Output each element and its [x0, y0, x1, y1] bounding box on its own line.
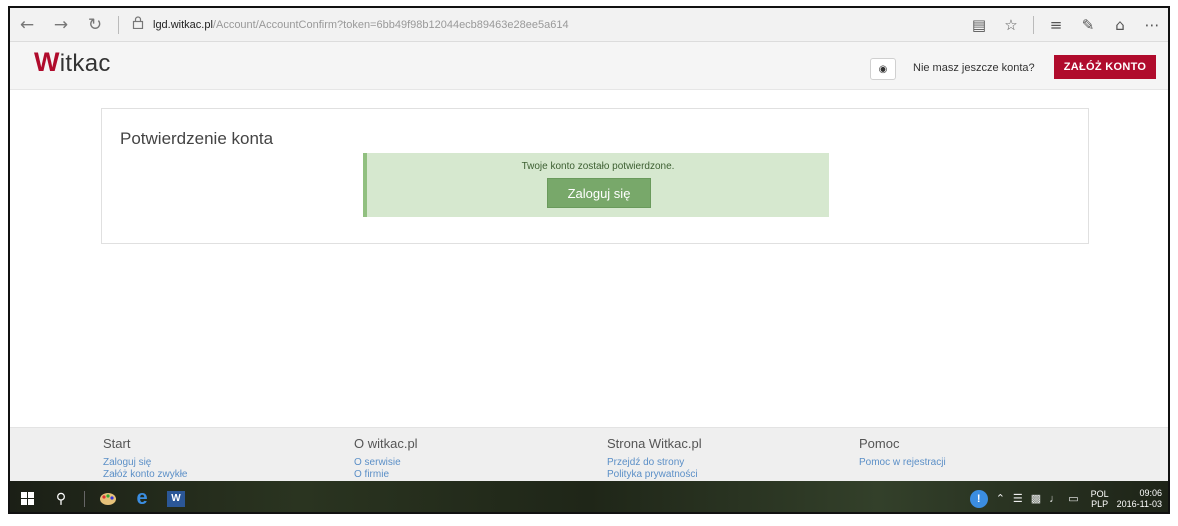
footer-link-go-to-site[interactable]: Przejdź do strony — [607, 457, 702, 469]
footer-link-login[interactable]: Zaloguj się — [103, 457, 187, 469]
taskbar-divider — [84, 490, 85, 507]
browser-window: ← → ↻ lgd.witkac.pl/Account/AccountConfi… — [8, 6, 1170, 514]
login-button[interactable]: Zaloguj się — [547, 178, 651, 208]
clock[interactable]: 09:06 2016-11-03 — [1117, 488, 1162, 510]
hub-icon[interactable]: ≡ — [1040, 8, 1072, 42]
reading-view-icon[interactable]: ▤ — [963, 8, 995, 42]
site-footer: Start Zaloguj się Załóż konto zwykłe O w… — [10, 427, 1168, 481]
lang-bottom: PLP — [1091, 498, 1109, 509]
signup-button[interactable]: ZAŁÓŻ KONTO — [1054, 55, 1156, 79]
footer-link-signup[interactable]: Załóż konto zwykłe — [103, 469, 187, 481]
windows-taskbar: ⚲ e W ! ⌃ ☰ ▩ ♩ ▭ POL PLP 09:06 2016-11-… — [10, 481, 1168, 512]
share-icon[interactable]: ⌂ — [1104, 8, 1136, 42]
favorite-star-icon[interactable]: ☆ — [995, 8, 1027, 42]
lang-top: POL — [1090, 488, 1109, 499]
footer-column-about: O witkac.pl O serwisie O firmie — [354, 436, 418, 481]
battery-icon[interactable]: ▩ — [1031, 492, 1041, 505]
show-hidden-icons-icon[interactable]: ⌃ — [996, 492, 1005, 505]
edge-browser-icon[interactable]: e — [125, 481, 159, 512]
no-account-text: Nie masz jeszcze konta? — [913, 62, 1035, 74]
footer-column-title: Pomoc — [859, 436, 900, 451]
footer-link-privacy[interactable]: Polityka prywatności — [607, 469, 702, 481]
input-language-indicator[interactable]: POL PLP — [1091, 489, 1109, 509]
volume-icon[interactable]: ♩ — [1049, 493, 1060, 505]
alert-message: Twoje konto zostało potwierdzone. — [521, 161, 675, 172]
toolbar-divider — [118, 15, 119, 34]
paint-app-icon[interactable] — [91, 481, 125, 512]
account-confirm-card: Potwierdzenie konta Twoje konto zostało … — [101, 108, 1089, 244]
page-title: Potwierdzenie konta — [120, 129, 274, 148]
footer-link-registration-help[interactable]: Pomoc w rejestracji — [859, 457, 946, 469]
word-app-icon[interactable]: W — [159, 481, 193, 512]
address-bar[interactable]: lgd.witkac.pl/Account/AccountConfirm?tok… — [153, 19, 569, 31]
browser-toolbar-right: ▤ ☆ ≡ ✎ ⌂ ⋯ — [963, 8, 1168, 42]
web-note-icon[interactable]: ✎ — [1072, 8, 1104, 42]
site-header: Witkac ◉ Nie masz jeszcze konta? ZAŁÓŻ K… — [10, 42, 1168, 90]
forward-arrow-icon[interactable]: → — [44, 8, 78, 42]
eye-icon[interactable]: ◉ — [870, 58, 896, 80]
windows-start-icon[interactable] — [10, 481, 44, 512]
lock-icon — [127, 16, 149, 33]
more-icon[interactable]: ⋯ — [1136, 8, 1168, 42]
browser-toolbar: ← → ↻ lgd.witkac.pl/Account/AccountConfi… — [10, 8, 1168, 42]
url-path: /Account/AccountConfirm?token=6bb49f98b1… — [212, 18, 569, 31]
toolbar-divider — [1033, 16, 1034, 34]
witkac-logo[interactable]: Witkac — [34, 47, 111, 78]
search-icon[interactable]: ⚲ — [44, 481, 78, 512]
footer-column-title: O witkac.pl — [354, 436, 418, 451]
footer-column-title: Start — [103, 436, 131, 451]
success-alert: Twoje konto zostało potwierdzone. Zalogu… — [363, 153, 829, 217]
footer-link-about-company[interactable]: O firmie — [354, 469, 418, 481]
footer-column-start: Start Zaloguj się Załóż konto zwykłe — [103, 436, 187, 481]
clock-time: 09:06 — [1139, 487, 1162, 498]
footer-column-website: Strona Witkac.pl Przejdź do strony Polit… — [607, 436, 702, 481]
refresh-icon[interactable]: ↻ — [78, 8, 112, 42]
system-tray: ! ⌃ ☰ ▩ ♩ ▭ POL PLP 09:06 2016-11-03 — [969, 481, 1162, 512]
logo-initial: W — [34, 47, 60, 77]
logo-text: itkac — [59, 50, 111, 77]
back-arrow-icon[interactable]: ← — [10, 8, 44, 42]
action-center-icon[interactable]: ▭ — [1068, 492, 1078, 505]
network-icon[interactable]: ☰ — [1013, 492, 1023, 505]
footer-link-about-service[interactable]: O serwisie — [354, 457, 418, 469]
url-host: lgd.witkac.pl — [153, 18, 213, 31]
footer-column-help: Pomoc Pomoc w rejestracji — [859, 436, 946, 469]
footer-column-title: Strona Witkac.pl — [607, 436, 702, 451]
notification-badge-icon[interactable]: ! — [969, 489, 988, 508]
clock-date: 2016-11-03 — [1116, 498, 1162, 509]
